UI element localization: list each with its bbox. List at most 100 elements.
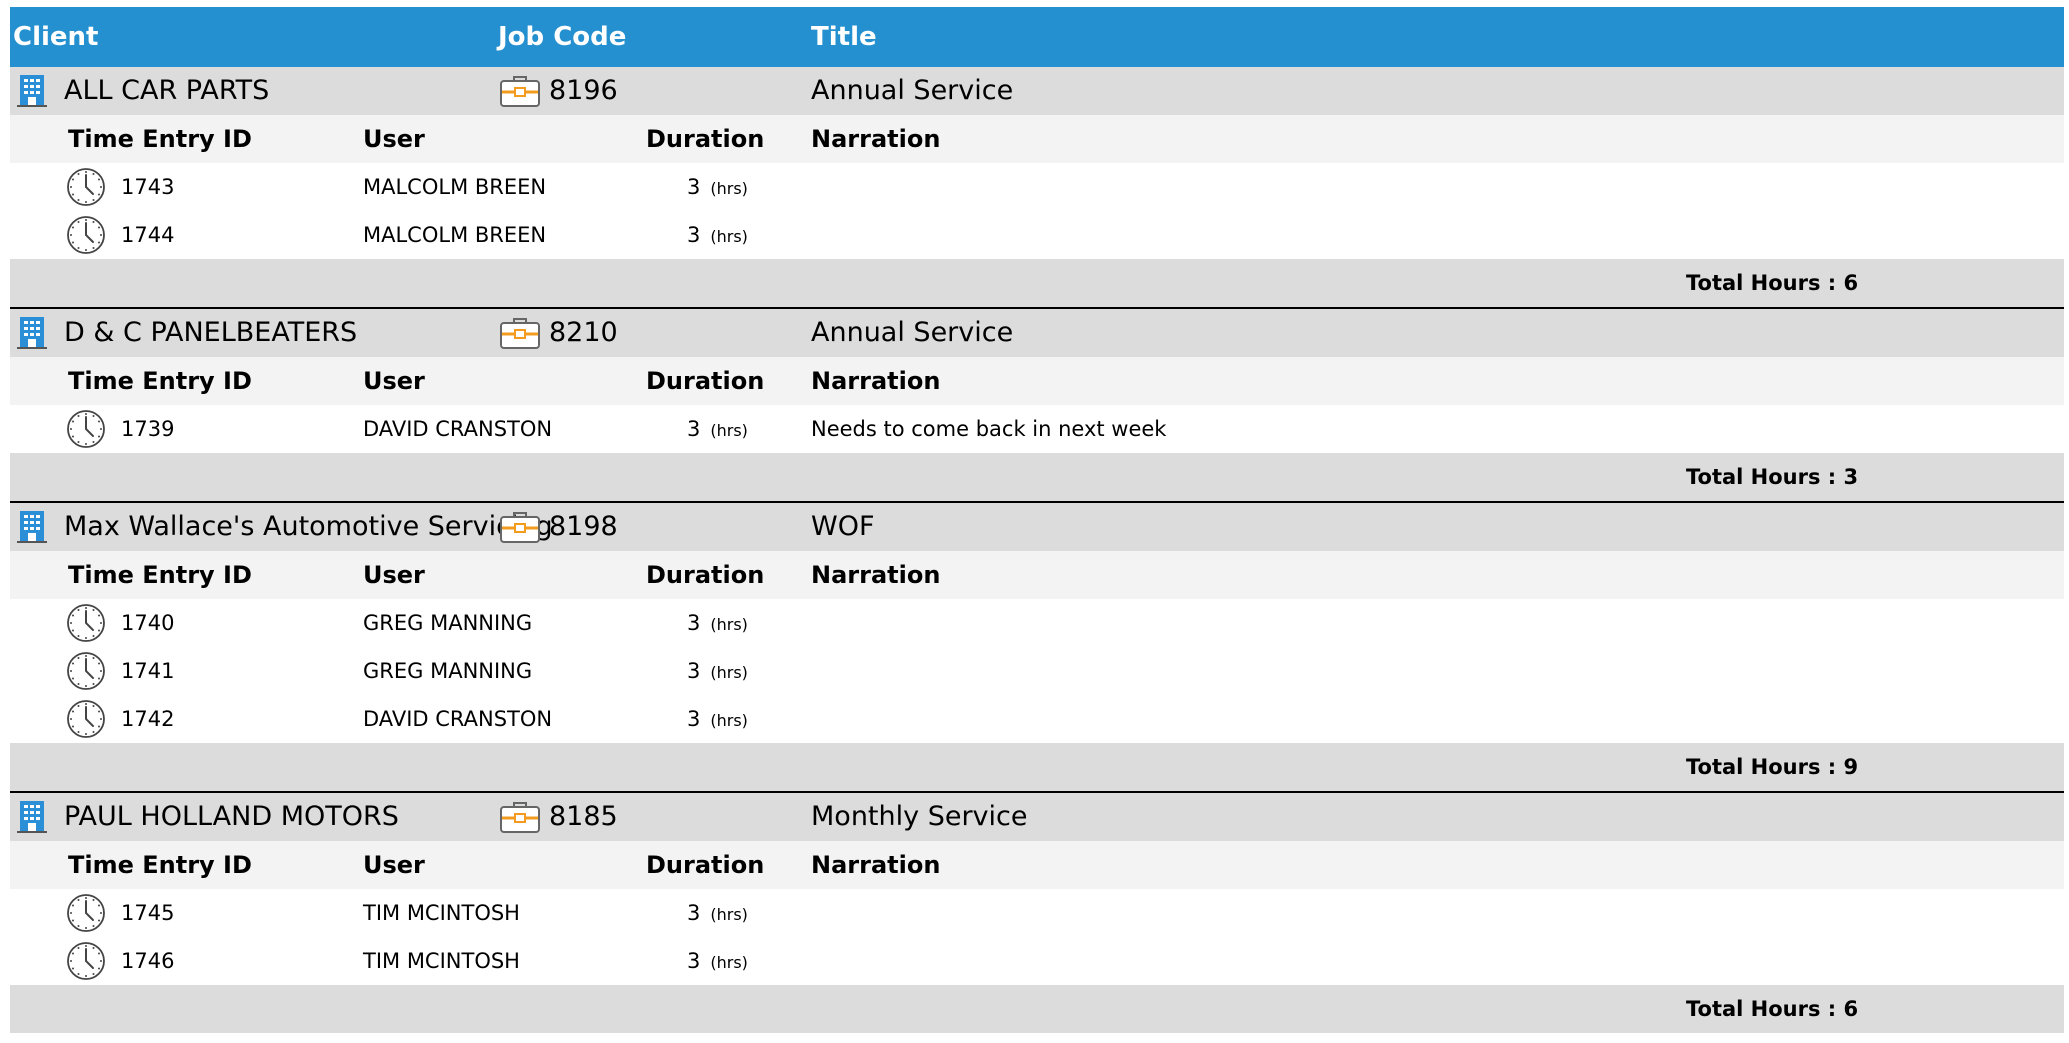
narration-text: Needs to come back in next week bbox=[811, 417, 1167, 441]
column-header-client[interactable]: Client bbox=[13, 7, 98, 67]
group-header-row[interactable]: PAUL HOLLAND MOTORS 8185 Monthly Service bbox=[10, 793, 2064, 841]
clock-icon bbox=[66, 699, 106, 743]
briefcase-icon bbox=[500, 74, 540, 112]
duration-unit: (hrs) bbox=[710, 227, 748, 246]
column-header-narration: Narration bbox=[811, 367, 941, 395]
column-header-duration: Duration bbox=[646, 561, 765, 589]
group-total-row: Total Hours : 9 bbox=[10, 743, 2064, 793]
column-header-time-entry-id: Time Entry ID bbox=[68, 851, 252, 879]
time-entries: 1745 TIM MCINTOSH 3 (hrs) 1746 TIM MCINTO… bbox=[10, 889, 2064, 985]
group-total-row: Total Hours : 6 bbox=[10, 259, 2064, 309]
column-header-user: User bbox=[363, 125, 425, 153]
time-entry-id: 1742 bbox=[121, 707, 175, 731]
duration-value: 3 (hrs) bbox=[687, 223, 748, 247]
duration-unit: (hrs) bbox=[710, 663, 748, 682]
time-entries: 1739 DAVID CRANSTON 3 (hrs) Needs to come… bbox=[10, 405, 2064, 453]
user-name: TIM MCINTOSH bbox=[363, 901, 520, 925]
clock-icon bbox=[66, 167, 106, 211]
entries-header: Time Entry ID User Duration Narration bbox=[10, 841, 2064, 889]
total-hours: Total Hours : 9 bbox=[1686, 755, 1859, 779]
clock-icon bbox=[66, 893, 106, 937]
group-total-row: Total Hours : 6 bbox=[10, 985, 2064, 1033]
time-entry-row[interactable]: 1739 DAVID CRANSTON 3 (hrs) Needs to come… bbox=[10, 405, 2064, 453]
entries-header: Time Entry ID User Duration Narration bbox=[10, 357, 2064, 405]
time-entry-row[interactable]: 1740 GREG MANNING 3 (hrs) bbox=[10, 599, 2064, 647]
duration-value: 3 (hrs) bbox=[687, 611, 748, 635]
briefcase-icon bbox=[500, 800, 540, 838]
total-hours: Total Hours : 6 bbox=[1686, 997, 1859, 1021]
duration-unit: (hrs) bbox=[710, 953, 748, 972]
clock-icon bbox=[66, 941, 106, 985]
clock-icon bbox=[66, 409, 106, 453]
client-group: ALL CAR PARTS 8196 Annual Service Time E… bbox=[10, 67, 2064, 309]
job-title: Monthly Service bbox=[811, 801, 1028, 832]
job-code: 8185 bbox=[549, 801, 618, 832]
job-code: 8210 bbox=[549, 317, 618, 348]
group-header-row[interactable]: D & C PANELBEATERS 8210 Annual Service bbox=[10, 309, 2064, 357]
client-name: Max Wallace's Automotive Servicing bbox=[64, 511, 553, 542]
duration-value: 3 (hrs) bbox=[687, 949, 748, 973]
group-header-row[interactable]: ALL CAR PARTS 8196 Annual Service bbox=[10, 67, 2064, 115]
briefcase-icon bbox=[500, 510, 540, 548]
time-entry-id: 1740 bbox=[121, 611, 175, 635]
time-entry-row[interactable]: 1745 TIM MCINTOSH 3 (hrs) bbox=[10, 889, 2064, 937]
duration-value: 3 (hrs) bbox=[687, 417, 748, 441]
duration-unit: (hrs) bbox=[710, 711, 748, 730]
column-header-duration: Duration bbox=[646, 851, 765, 879]
time-entry-id: 1745 bbox=[121, 901, 175, 925]
client-name: ALL CAR PARTS bbox=[64, 75, 270, 106]
total-hours: Total Hours : 6 bbox=[1686, 271, 1859, 295]
job-title: Annual Service bbox=[811, 75, 1014, 106]
job-title: Annual Service bbox=[811, 317, 1014, 348]
column-header-time-entry-id: Time Entry ID bbox=[68, 125, 252, 153]
time-entry-id: 1743 bbox=[121, 175, 175, 199]
total-hours: Total Hours : 3 bbox=[1686, 465, 1859, 489]
duration-value: 3 (hrs) bbox=[687, 901, 748, 925]
group-header-row[interactable]: Max Wallace's Automotive Servicing 8198 … bbox=[10, 503, 2064, 551]
client-name: PAUL HOLLAND MOTORS bbox=[64, 801, 399, 832]
user-name: GREG MANNING bbox=[363, 611, 533, 635]
client-group: PAUL HOLLAND MOTORS 8185 Monthly Service… bbox=[10, 793, 2064, 1033]
duration-value: 3 (hrs) bbox=[687, 175, 748, 199]
client-group: D & C PANELBEATERS 8210 Annual Service T… bbox=[10, 309, 2064, 503]
column-header-time-entry-id: Time Entry ID bbox=[68, 561, 252, 589]
user-name: MALCOLM BREEN bbox=[363, 175, 547, 199]
duration-value: 3 (hrs) bbox=[687, 659, 748, 683]
report-header: Client Job Code Title bbox=[10, 7, 2064, 67]
user-name: MALCOLM BREEN bbox=[363, 223, 547, 247]
column-header-duration: Duration bbox=[646, 367, 765, 395]
time-entry-row[interactable]: 1744 MALCOLM BREEN 3 (hrs) bbox=[10, 211, 2064, 259]
time-entries: 1740 GREG MANNING 3 (hrs) 1741 GREG MANNI… bbox=[10, 599, 2064, 743]
group-total-row: Total Hours : 3 bbox=[10, 453, 2064, 503]
clock-icon bbox=[66, 651, 106, 695]
building-icon bbox=[16, 510, 48, 548]
column-header-narration: Narration bbox=[811, 561, 941, 589]
time-entry-id: 1741 bbox=[121, 659, 175, 683]
briefcase-icon bbox=[500, 316, 540, 354]
time-entry-row[interactable]: 1746 TIM MCINTOSH 3 (hrs) bbox=[10, 937, 2064, 985]
group-list: ALL CAR PARTS 8196 Annual Service Time E… bbox=[10, 67, 2064, 1033]
job-code: 8196 bbox=[549, 75, 618, 106]
clock-icon bbox=[66, 215, 106, 259]
time-entry-row[interactable]: 1743 MALCOLM BREEN 3 (hrs) bbox=[10, 163, 2064, 211]
time-entry-row[interactable]: 1741 GREG MANNING 3 (hrs) bbox=[10, 647, 2064, 695]
job-code: 8198 bbox=[549, 511, 618, 542]
user-name: DAVID CRANSTON bbox=[363, 417, 553, 441]
clock-icon bbox=[66, 603, 106, 647]
column-header-title[interactable]: Title bbox=[811, 7, 877, 67]
user-name: GREG MANNING bbox=[363, 659, 533, 683]
time-entries: 1743 MALCOLM BREEN 3 (hrs) 1744 MALCOLM B… bbox=[10, 163, 2064, 259]
duration-unit: (hrs) bbox=[710, 905, 748, 924]
time-report: Client Job Code Title ALL CAR PARTS 8196… bbox=[10, 7, 2064, 1033]
entries-header: Time Entry ID User Duration Narration bbox=[10, 551, 2064, 599]
entries-header: Time Entry ID User Duration Narration bbox=[10, 115, 2064, 163]
duration-unit: (hrs) bbox=[710, 179, 748, 198]
duration-unit: (hrs) bbox=[710, 615, 748, 634]
column-header-job-code[interactable]: Job Code bbox=[498, 7, 626, 67]
user-name: DAVID CRANSTON bbox=[363, 707, 553, 731]
column-header-user: User bbox=[363, 561, 425, 589]
time-entry-row[interactable]: 1742 DAVID CRANSTON 3 (hrs) bbox=[10, 695, 2064, 743]
client-group: Max Wallace's Automotive Servicing 8198 … bbox=[10, 503, 2064, 793]
building-icon bbox=[16, 74, 48, 112]
building-icon bbox=[16, 800, 48, 838]
